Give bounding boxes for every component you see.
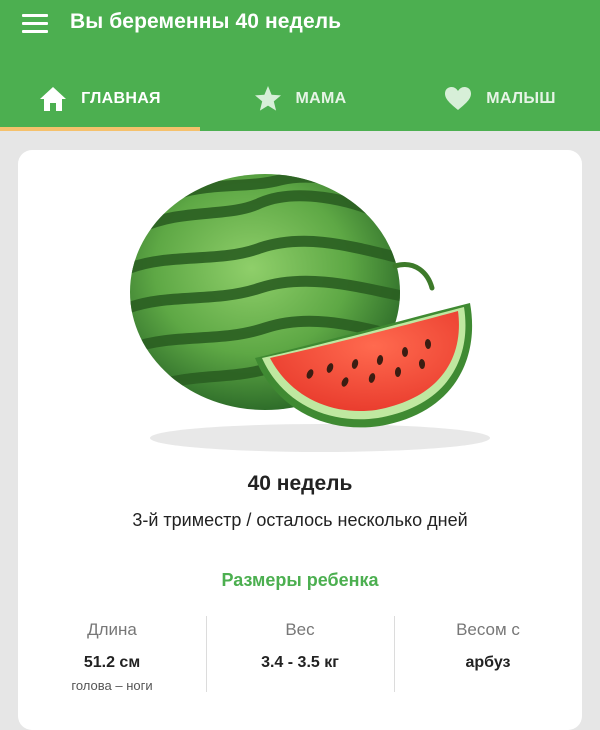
top-bar: Вы беременны 40 недель xyxy=(0,0,600,50)
tab-mama-label: МАМА xyxy=(295,89,347,107)
stat-weight: Вес 3.4 - 3.5 кг xyxy=(206,620,394,672)
stat-length-value: 51.2 см xyxy=(83,654,141,671)
menu-icon[interactable] xyxy=(22,14,48,34)
watermelon-image xyxy=(130,174,490,452)
stat-compare-value: арбуз xyxy=(465,654,511,671)
stat-weight-value: 3.4 - 3.5 кг xyxy=(261,654,339,671)
page-title: Вы беременны 40 недель xyxy=(70,10,342,33)
sizes-heading: Размеры ребенка xyxy=(221,570,379,590)
tab-indicator xyxy=(0,127,200,131)
app-bar: Вы беременны 40 недель ГЛАВНАЯ МАМА МАЛЫ… xyxy=(0,0,600,131)
tab-mama[interactable]: МАМА xyxy=(200,66,400,131)
stat-weight-label: Вес xyxy=(285,620,315,639)
stat-length-sub: голова – ноги xyxy=(71,678,153,693)
stat-length-label: Длина xyxy=(87,620,137,639)
tab-home-label: ГЛАВНАЯ xyxy=(81,89,161,107)
week-info-card: 40 недель 3-й триместр / осталось нескол… xyxy=(18,150,582,730)
tab-home[interactable]: ГЛАВНАЯ xyxy=(0,66,200,131)
tab-bar: ГЛАВНАЯ МАМА МАЛЫШ xyxy=(0,66,600,131)
trimester-text: 3-й триместр / осталось несколько дней xyxy=(132,510,468,530)
home-icon xyxy=(40,86,67,111)
heart-icon xyxy=(445,87,472,110)
stat-compare-label: Весом с xyxy=(456,620,520,639)
week-title: 40 недель xyxy=(247,472,353,495)
tab-baby[interactable]: МАЛЫШ xyxy=(400,66,600,131)
stat-length: Длина 51.2 см голова – ноги xyxy=(18,620,206,693)
stat-compare: Весом с арбуз xyxy=(394,620,582,672)
star-icon xyxy=(254,86,281,111)
tab-baby-label: МАЛЫШ xyxy=(486,89,556,107)
